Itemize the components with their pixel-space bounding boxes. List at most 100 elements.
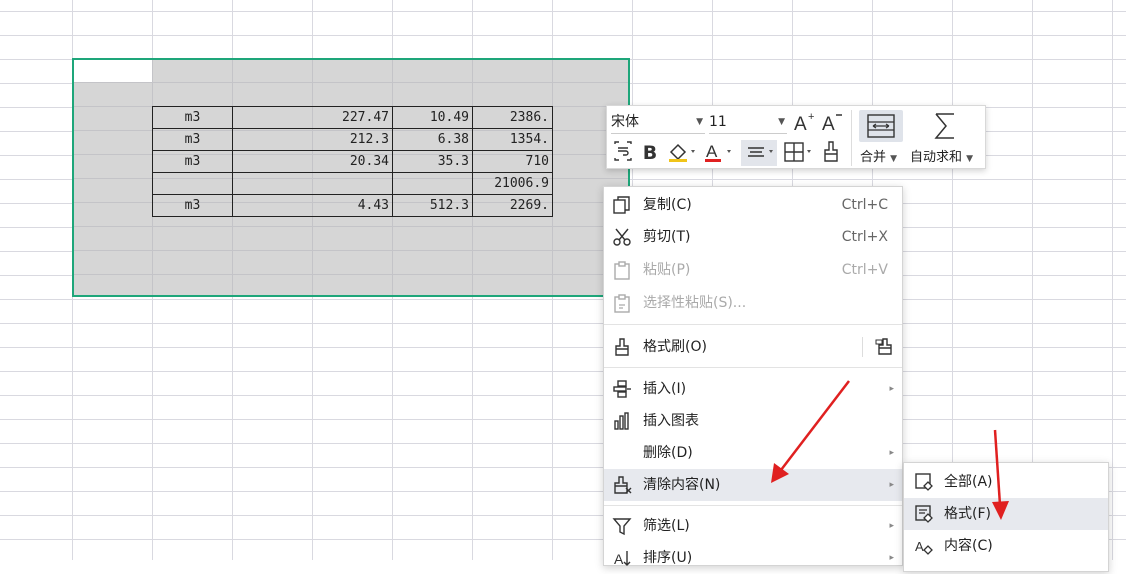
align-button[interactable]: [741, 140, 777, 166]
submenu-item-clear-all[interactable]: 全部(A): [904, 466, 1108, 498]
cell-value[interactable]: 227.47: [232, 106, 393, 129]
sort-icon: A: [614, 551, 631, 567]
filter-icon: [612, 518, 632, 536]
bold-button[interactable]: B: [639, 140, 661, 166]
cell-unit[interactable]: m3: [152, 128, 233, 151]
chevron-down-icon: ▼: [966, 154, 974, 164]
cell-value[interactable]: 10.49: [392, 106, 473, 129]
wrap-text-button[interactable]: [611, 140, 635, 166]
menu-item-insert[interactable]: 插入(I) ▸: [604, 373, 902, 405]
cell-value[interactable]: [232, 172, 393, 195]
menu-item-label: 删除(D): [643, 445, 693, 461]
clear-contents-submenu: 全部(A) 格式(F) A 内容(C): [903, 462, 1109, 572]
menu-item-label: 粘贴(P): [643, 262, 691, 278]
wrap-text-icon: [614, 141, 632, 161]
svg-text:A: A: [706, 142, 718, 161]
chevron-down-icon: ▼: [696, 117, 703, 127]
menu-item-cut[interactable]: 剪切(T) Ctrl+X: [604, 221, 902, 253]
menu-divider: [604, 505, 902, 506]
merge-cells-button[interactable]: [859, 110, 903, 142]
format-painter-icon: [615, 338, 629, 356]
menu-item-clear-contents[interactable]: 清除内容(N) ▸: [604, 469, 902, 501]
menu-item-format-painter[interactable]: 格式刷(O): [604, 331, 902, 363]
cell-value[interactable]: 1354.: [472, 128, 553, 151]
menu-item-label: 排序(U): [643, 550, 693, 566]
menu-item-paste[interactable]: 粘贴(P) Ctrl+V: [604, 254, 902, 286]
cell-value[interactable]: 2269.: [472, 194, 553, 217]
submenu-item-clear-content[interactable]: A 内容(C): [904, 530, 1108, 562]
cell-value[interactable]: 21006.9: [472, 172, 553, 195]
increase-font-size-button[interactable]: A +: [791, 110, 817, 136]
svg-text:A: A: [822, 114, 835, 134]
autosum-menu[interactable]: 自动求和 ▼: [910, 146, 973, 165]
merge-cells-icon: [867, 114, 895, 138]
format-painter-button[interactable]: [819, 140, 843, 166]
autosum-button[interactable]: [927, 110, 963, 142]
submenu-arrow-icon: ▸: [889, 448, 894, 458]
cell-value[interactable]: 2386.: [472, 106, 553, 129]
font-name-select[interactable]: 宋体 ▼: [611, 111, 705, 134]
cut-icon: [613, 228, 631, 246]
submenu-item-label: 格式(F): [944, 506, 991, 522]
table-row: m3 20.34 35.3 710: [152, 150, 553, 173]
active-cell[interactable]: [74, 60, 152, 82]
menu-item-sort[interactable]: A 排序(U) ▸: [604, 542, 902, 574]
cell-unit[interactable]: [152, 172, 233, 195]
paste-special-icon: [614, 294, 630, 313]
menu-item-shortcut: Ctrl+C: [841, 197, 888, 213]
copy-icon: [613, 196, 630, 214]
merge-cells-label: 合并: [860, 150, 887, 165]
chevron-down-icon: ▼: [890, 154, 898, 164]
font-color-button[interactable]: A: [701, 140, 733, 166]
cell-value[interactable]: 6.38: [392, 128, 473, 151]
format-painter-icon: [824, 141, 838, 162]
borders-button[interactable]: [781, 140, 815, 166]
cell-value[interactable]: [392, 172, 473, 195]
submenu-item-clear-format[interactable]: 格式(F): [904, 498, 1108, 530]
menu-item-label: 清除内容(N): [643, 477, 721, 493]
increase-font-icon: A +: [794, 111, 814, 135]
font-color-icon: A: [705, 142, 731, 162]
cell-value[interactable]: 20.34: [232, 150, 393, 173]
menu-divider: [604, 324, 902, 325]
menu-item-label: 插入图表: [643, 413, 699, 429]
submenu-item-label: 内容(C): [944, 538, 993, 554]
merge-cells-menu[interactable]: 合并 ▼: [860, 146, 897, 165]
align-center-icon: [748, 147, 773, 157]
cell-value[interactable]: 4.43: [232, 194, 393, 217]
submenu-arrow-icon: ▸: [889, 521, 894, 531]
menu-item-label: 选择性粘贴(S)...: [643, 295, 747, 311]
menu-item-label: 复制(C): [643, 197, 692, 213]
fill-color-button[interactable]: [665, 140, 697, 166]
cell-value[interactable]: 512.3: [392, 194, 473, 217]
clear-format-icon: [915, 505, 933, 523]
clear-content-icon: A: [915, 539, 933, 555]
sigma-icon: [934, 113, 954, 139]
menu-item-paste-special[interactable]: 选择性粘贴(S)...: [604, 287, 902, 319]
table-row: m3 227.47 10.49 2386.: [152, 106, 553, 129]
submenu-arrow-icon: ▸: [889, 480, 894, 490]
decrease-font-icon: A: [822, 114, 842, 135]
borders-icon: [784, 142, 811, 162]
cell-value[interactable]: 710: [472, 150, 553, 173]
submenu-item-label: 全部(A): [944, 474, 993, 490]
cell-value[interactable]: 212.3: [232, 128, 393, 151]
decrease-font-size-button[interactable]: A: [819, 110, 845, 136]
menu-item-shortcut: Ctrl+X: [841, 229, 888, 245]
menu-item-filter[interactable]: 筛选(L) ▸: [604, 510, 902, 542]
format-painter-lock-icon[interactable]: [874, 337, 896, 357]
menu-item-insert-chart[interactable]: 插入图表: [604, 405, 902, 437]
data-table: m3 227.47 10.49 2386. m3 212.3 6.38 1354…: [152, 106, 553, 217]
cell-unit[interactable]: m3: [152, 106, 233, 129]
cell-unit[interactable]: m3: [152, 194, 233, 217]
menu-item-copy[interactable]: 复制(C) Ctrl+C: [604, 189, 902, 221]
menu-item-delete[interactable]: 删除(D) ▸: [604, 437, 902, 469]
insert-icon: [613, 380, 631, 398]
chevron-down-icon: ▼: [778, 117, 785, 127]
cell-value[interactable]: 35.3: [392, 150, 473, 173]
menu-item-label: 插入(I): [643, 381, 687, 397]
menu-item-divider: [862, 337, 863, 357]
submenu-arrow-icon: ▸: [889, 553, 894, 563]
cell-unit[interactable]: m3: [152, 150, 233, 173]
font-size-select[interactable]: 11 ▼: [709, 111, 787, 134]
